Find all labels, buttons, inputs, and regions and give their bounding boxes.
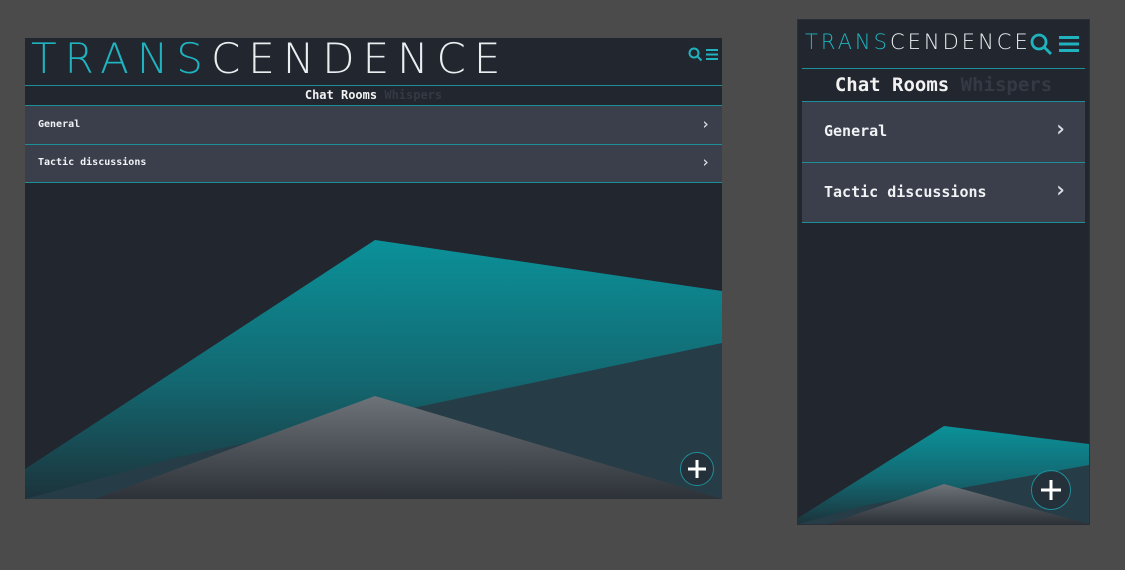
logo-text-part: S <box>176 38 211 83</box>
chevron-right-icon: › <box>1053 178 1067 203</box>
chevron-right-icon: › <box>700 115 710 133</box>
app-logo[interactable]: TRANSCENDENCE <box>805 30 1031 54</box>
logo-text-part: S <box>873 30 890 54</box>
app-logo[interactable]: TRANSCENDENCE <box>31 38 508 83</box>
room-name: General <box>38 119 81 130</box>
tab-whispers[interactable]: Whispers <box>961 69 1053 101</box>
add-room-button[interactable] <box>1031 470 1071 510</box>
room-list: General › Tactic discussions › <box>25 106 722 183</box>
room-list: General › Tactic discussions › <box>802 102 1085 223</box>
plus-icon <box>1041 480 1061 500</box>
tab-whispers[interactable]: Whispers <box>384 86 442 105</box>
tab-chat-rooms[interactable]: Chat Rooms <box>835 69 949 101</box>
search-icon[interactable] <box>688 47 703 62</box>
hamburger-menu-icon[interactable] <box>705 48 719 61</box>
tab-bar: Chat Rooms Whispers <box>25 85 722 106</box>
tab-bar: Chat Rooms Whispers <box>802 68 1085 102</box>
chevron-right-icon: › <box>1053 117 1067 142</box>
logo-text-part: CENDENCE <box>890 30 1031 54</box>
room-name: Tactic discussions <box>824 183 987 201</box>
search-icon[interactable] <box>1029 32 1053 56</box>
logo-text-part: TRAN <box>805 30 874 54</box>
room-item-general[interactable]: General › <box>25 106 722 145</box>
room-item-general[interactable]: General › <box>802 102 1085 163</box>
chevron-right-icon: › <box>700 153 710 171</box>
room-item-tactic-discussions[interactable]: Tactic discussions › <box>802 163 1085 223</box>
room-name: Tactic discussions <box>38 157 147 168</box>
tab-chat-rooms[interactable]: Chat Rooms <box>305 86 377 105</box>
mobile-view: TRANSCENDENCE Chat Rooms Whispers Genera… <box>798 20 1089 524</box>
plus-icon <box>688 460 706 478</box>
hamburger-menu-icon[interactable] <box>1059 34 1079 54</box>
desktop-view: TRANSCENDENCE Chat Rooms Whispers Genera… <box>25 38 722 499</box>
room-item-tactic-discussions[interactable]: Tactic discussions › <box>25 145 722 183</box>
room-name: General <box>824 122 888 140</box>
logo-text-part: CENDENCE <box>210 38 509 83</box>
add-room-button[interactable] <box>680 452 714 486</box>
logo-text-part: TRAN <box>31 38 177 83</box>
